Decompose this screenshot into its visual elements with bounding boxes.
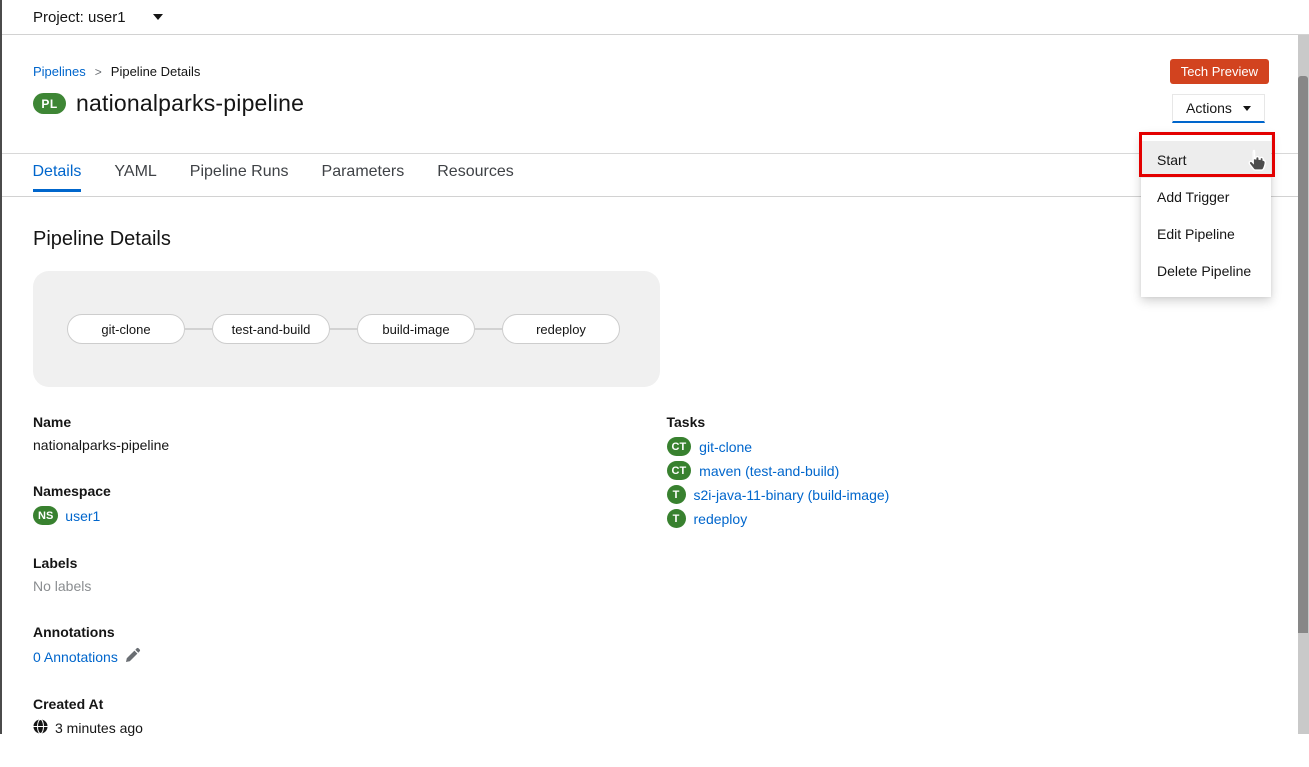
task-link-redeploy[interactable]: redeploy bbox=[694, 511, 748, 527]
node-connector bbox=[475, 328, 502, 330]
namespace-label: Namespace bbox=[33, 483, 643, 499]
actions-dropdown-label: Actions bbox=[1186, 100, 1232, 116]
section-heading: Pipeline Details bbox=[33, 228, 1276, 251]
task-link-maven[interactable]: maven (test-and-build) bbox=[699, 463, 839, 479]
breadcrumb: Pipelines > Pipeline Details bbox=[33, 64, 1276, 79]
project-selector-bar: Project: user1 bbox=[0, 0, 1309, 35]
task-row: CT maven (test-and-build) bbox=[667, 461, 1277, 480]
actions-dropdown-button[interactable]: Actions bbox=[1172, 94, 1265, 123]
breadcrumb-separator: > bbox=[95, 65, 102, 79]
title-row: PL nationalparks-pipeline bbox=[33, 90, 1276, 117]
scrollbar-thumb[interactable] bbox=[1298, 76, 1308, 633]
project-selector[interactable]: Project: user1 bbox=[33, 9, 126, 26]
task-row: T redeploy bbox=[667, 509, 1277, 528]
namespace-resource-badge: NS bbox=[33, 506, 58, 525]
scrollbar-track[interactable] bbox=[1298, 35, 1309, 734]
namespace-link[interactable]: user1 bbox=[65, 508, 100, 524]
tab-yaml[interactable]: YAML bbox=[114, 154, 156, 193]
pipeline-node-git-clone[interactable]: git-clone bbox=[67, 314, 185, 344]
page-header: Pipelines > Pipeline Details PL national… bbox=[0, 35, 1309, 154]
annotations-label: Annotations bbox=[33, 624, 643, 640]
tasks-column: Tasks CT git-clone CT maven (test-and-bu… bbox=[667, 414, 1277, 767]
pipeline-topology-canvas: git-clone test-and-build build-image red… bbox=[33, 271, 660, 387]
node-connector bbox=[330, 328, 357, 330]
pipeline-node-redeploy[interactable]: redeploy bbox=[502, 314, 620, 344]
task-link-s2i-java-11-binary[interactable]: s2i-java-11-binary (build-image) bbox=[694, 487, 890, 503]
created-at-value: 3 minutes ago bbox=[33, 719, 643, 737]
task-badge: T bbox=[667, 485, 686, 504]
details-grid: Name nationalparks-pipeline Namespace NS… bbox=[33, 414, 1276, 767]
clustertask-badge: CT bbox=[667, 437, 692, 456]
breadcrumb-current: Pipeline Details bbox=[111, 64, 201, 79]
caret-down-icon bbox=[1243, 106, 1251, 111]
menu-item-add-trigger[interactable]: Add Trigger bbox=[1141, 178, 1271, 215]
task-row: T s2i-java-11-binary (build-image) bbox=[667, 485, 1277, 504]
labels-label: Labels bbox=[33, 555, 643, 571]
pipeline-node-build-image[interactable]: build-image bbox=[357, 314, 475, 344]
tab-bar: Details YAML Pipeline Runs Parameters Re… bbox=[0, 154, 1309, 197]
created-at-label: Created At bbox=[33, 696, 643, 712]
details-list: Name nationalparks-pipeline Namespace NS… bbox=[33, 414, 643, 767]
menu-item-edit-pipeline[interactable]: Edit Pipeline bbox=[1141, 215, 1271, 252]
tasks-label: Tasks bbox=[667, 414, 1277, 430]
menu-item-start[interactable]: Start bbox=[1141, 141, 1271, 178]
pipeline-node-test-and-build[interactable]: test-and-build bbox=[212, 314, 330, 344]
window-left-edge bbox=[0, 0, 2, 734]
tab-parameters[interactable]: Parameters bbox=[322, 154, 405, 193]
annotations-link[interactable]: 0 Annotations bbox=[33, 649, 118, 665]
menu-item-delete-pipeline[interactable]: Delete Pipeline bbox=[1141, 252, 1271, 289]
labels-value: No labels bbox=[33, 578, 643, 594]
tab-details[interactable]: Details bbox=[33, 154, 82, 192]
caret-down-icon bbox=[153, 14, 163, 20]
task-row: CT git-clone bbox=[667, 437, 1277, 456]
namespace-value: NS user1 bbox=[33, 506, 643, 525]
tab-resources[interactable]: Resources bbox=[437, 154, 513, 193]
name-value: nationalparks-pipeline bbox=[33, 437, 643, 453]
main-content: Pipeline Details git-clone test-and-buil… bbox=[0, 228, 1309, 767]
globe-icon bbox=[33, 719, 48, 737]
page-title: nationalparks-pipeline bbox=[76, 90, 304, 117]
name-label: Name bbox=[33, 414, 643, 430]
breadcrumb-link-pipelines[interactable]: Pipelines bbox=[33, 64, 86, 79]
node-connector bbox=[185, 328, 212, 330]
tech-preview-badge: Tech Preview bbox=[1170, 59, 1269, 84]
pipeline-resource-badge: PL bbox=[33, 93, 66, 114]
task-badge: T bbox=[667, 509, 686, 528]
tab-pipeline-runs[interactable]: Pipeline Runs bbox=[190, 154, 289, 193]
pencil-icon[interactable] bbox=[125, 647, 141, 666]
actions-dropdown-menu: Start Add Trigger Edit Pipeline Delete P… bbox=[1141, 133, 1271, 297]
annotations-value: 0 Annotations bbox=[33, 647, 643, 666]
task-link-git-clone[interactable]: git-clone bbox=[699, 439, 752, 455]
clustertask-badge: CT bbox=[667, 461, 692, 480]
